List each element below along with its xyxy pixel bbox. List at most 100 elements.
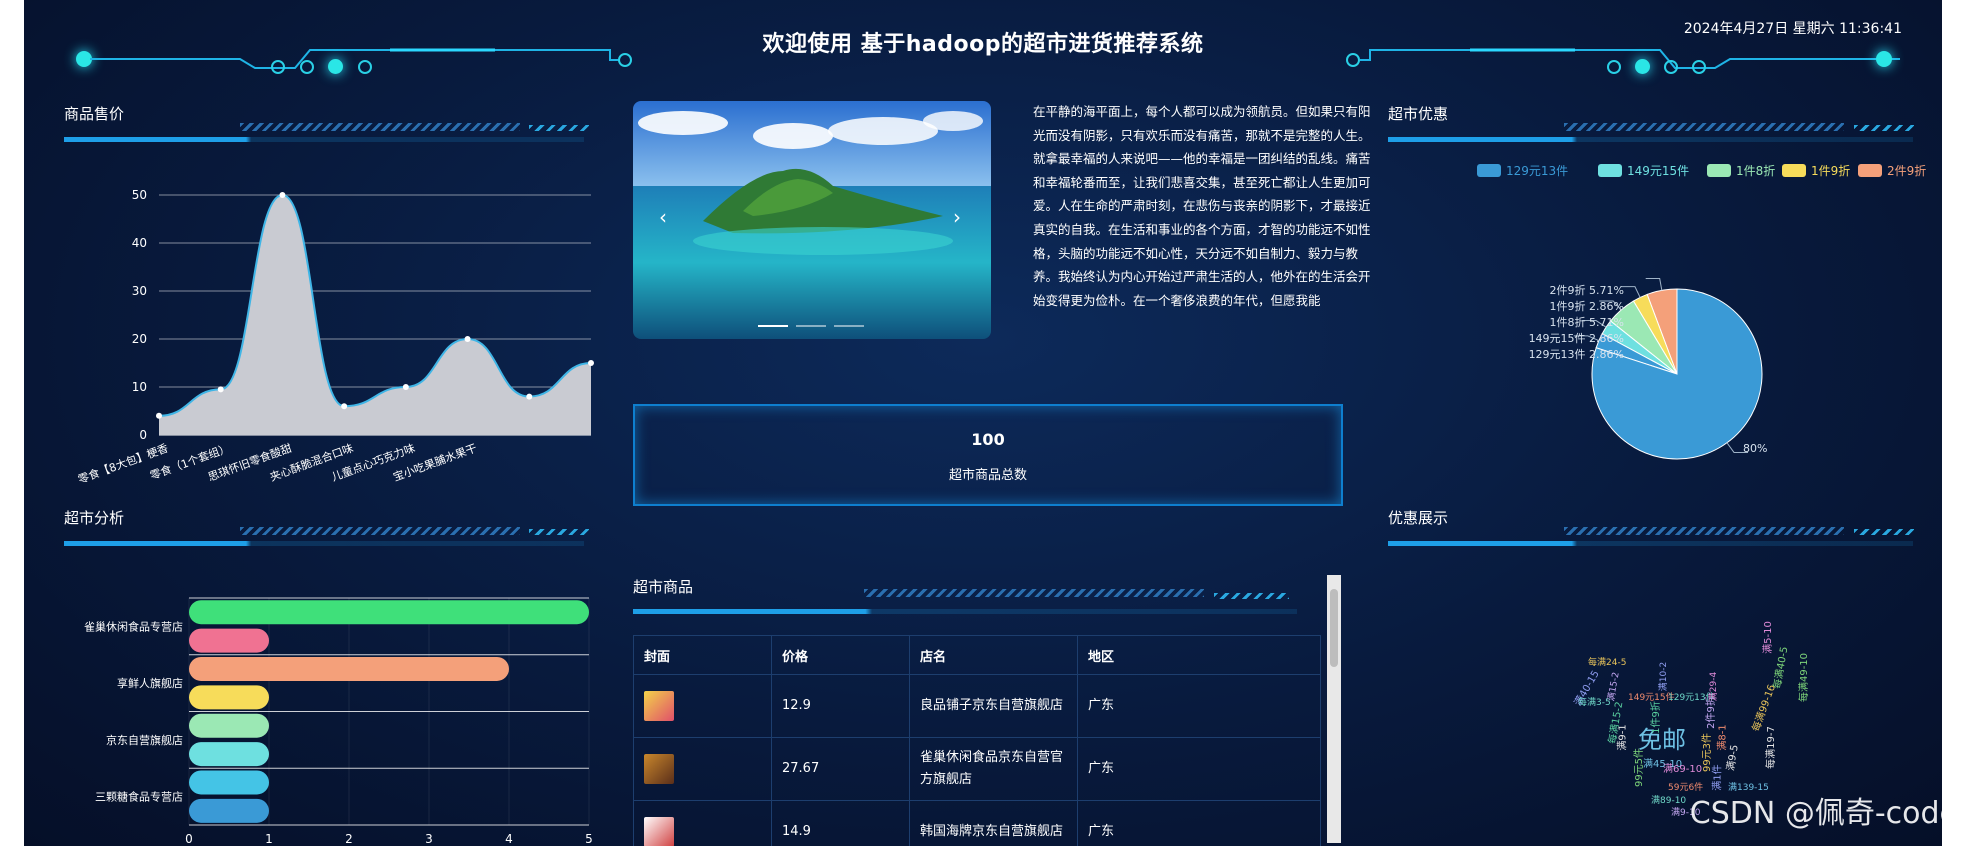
legend-label: 2件9折 — [1887, 164, 1927, 178]
intro-paragraph: 在平静的海平面上，每个人都可以成为领航员。但如果只有阳光而没有阴影，只有欢乐而没… — [1033, 104, 1371, 308]
wordcloud-word: 满9-5 — [1725, 743, 1741, 772]
analysis-bar[interactable] — [189, 656, 509, 681]
analysis-bar[interactable] — [189, 798, 269, 823]
row-region: 广东 — [1077, 674, 1321, 738]
legend-swatch — [1858, 164, 1882, 177]
y-tick-label: 享鲜人旗舰店 — [117, 676, 183, 690]
pie-legend-item[interactable]: 149元15件 — [1598, 162, 1689, 179]
row-cover — [633, 800, 772, 846]
pie-legend-item[interactable]: 1件8折 — [1707, 162, 1775, 179]
product-thumbnail — [644, 754, 674, 784]
panel-hatch-goods — [864, 589, 1204, 597]
wordcloud-word: 满69-10 — [1663, 764, 1703, 775]
csdn-watermark: CSDN @佩奇-code — [1689, 796, 1958, 831]
carousel-indicator-1[interactable] — [758, 325, 788, 327]
analysis-bar[interactable] — [189, 600, 589, 625]
panel-bar-discount — [1388, 137, 1913, 142]
analysis-bar[interactable] — [189, 685, 269, 710]
panel-title-analysis: 超市分析 — [64, 509, 125, 527]
price-point[interactable] — [217, 386, 224, 393]
panel-hatch-price — [240, 123, 520, 131]
carousel-indicator-3[interactable] — [834, 325, 864, 327]
panel-hatch2-price — [529, 125, 589, 131]
price-area — [159, 195, 591, 435]
header-left-ring-3 — [358, 60, 372, 74]
col-shop: 店名 — [909, 635, 1078, 675]
total-goods-value: 100 — [971, 430, 1005, 449]
x-tick-label: 2 — [345, 832, 353, 846]
panel-bar-discount-show — [1388, 541, 1913, 546]
pie-slice-label: 1件8折 5.71% — [1550, 315, 1624, 329]
table-scrollbar[interactable] — [1327, 575, 1341, 843]
wordcloud-word: 满10-2 — [1659, 661, 1670, 692]
x-tick-label: 3 — [425, 832, 433, 846]
price-point[interactable] — [526, 393, 533, 400]
y-tick-label: 40 — [132, 236, 147, 250]
table-row[interactable]: 14.9 韩国海牌京东自营旗舰店 广东 — [633, 800, 1321, 846]
carousel-indicator-2[interactable] — [796, 325, 826, 327]
legend-label: 1件8折 — [1736, 164, 1776, 178]
product-thumbnail — [644, 691, 674, 721]
pie-legend-item[interactable]: 1件9折 — [1782, 162, 1850, 179]
panel-hatch2-analysis — [529, 529, 589, 535]
analysis-bar[interactable] — [189, 770, 269, 795]
carousel[interactable]: ‹ › — [633, 101, 991, 339]
header-left-dot — [328, 59, 343, 74]
x-tick-label: 1 — [265, 832, 273, 846]
panel-hatch2-discount — [1854, 125, 1914, 131]
price-point[interactable] — [279, 192, 286, 198]
analysis-bar[interactable] — [189, 628, 269, 653]
table-row[interactable]: 12.9 良品铺子京东自营旗舰店 广东 — [633, 674, 1321, 738]
pie-legend-item[interactable]: 129元13件 — [1477, 162, 1568, 179]
analysis-bar[interactable] — [189, 713, 269, 738]
wordcloud-word: 满1件 — [1712, 764, 1724, 791]
row-cover — [633, 737, 772, 801]
price-point[interactable] — [156, 412, 162, 419]
pie-slice-label: 2件9折 5.71% — [1550, 283, 1624, 297]
legend-label: 149元15件 — [1627, 164, 1690, 178]
legend-label: 1件9折 — [1811, 164, 1851, 178]
legend-swatch — [1782, 164, 1806, 177]
y-tick-label: 三颗糖食品专营店 — [95, 790, 183, 804]
wordcloud-word: 满29-4 — [1709, 671, 1720, 702]
col-price: 价格 — [771, 635, 910, 675]
pie-label-line — [1645, 278, 1663, 291]
panel-hatch-discount-show — [1564, 527, 1844, 535]
panel-title-goods: 超市商品 — [633, 578, 694, 596]
goods-table: 封面 价格 店名 地区 12.9 良品铺子京东自营旗舰店 广东 27.67 雀巢… — [633, 635, 1321, 846]
table-row[interactable]: 27.67 雀巢休闲食品京东自营官方旗舰店 广东 — [633, 737, 1321, 801]
price-area-chart: 01020304050零食【8大包】梗香零食（1个套组）思琪怀旧零食酸甜夹心酥脆… — [76, 188, 594, 486]
pie-legend-item[interactable]: 2件9折 — [1858, 162, 1926, 179]
col-region: 地区 — [1077, 635, 1321, 675]
panel-hatch-analysis — [240, 527, 520, 535]
price-point[interactable] — [402, 384, 409, 390]
pie-slice-label: 80% — [1743, 442, 1767, 455]
product-thumbnail — [644, 817, 674, 846]
panel-hatch2-goods — [1214, 593, 1289, 599]
carousel-prev-button[interactable]: ‹ — [659, 205, 667, 229]
y-tick-label: 0 — [139, 428, 147, 442]
x-tick-label: 4 — [505, 832, 513, 846]
panel-title-discount: 超市优惠 — [1388, 105, 1449, 123]
panel-bar-price — [64, 137, 584, 142]
y-tick-label: 京东自营旗舰店 — [106, 733, 183, 747]
header-right-dot — [1635, 59, 1650, 74]
row-shop: 韩国海牌京东自营旗舰店 — [909, 800, 1078, 846]
header-right-ring-1 — [1607, 60, 1621, 74]
carousel-next-button[interactable]: › — [953, 205, 961, 229]
y-tick-label: 30 — [132, 284, 147, 298]
x-tick-label: 0 — [185, 832, 193, 846]
price-point[interactable] — [464, 336, 471, 342]
row-price: 14.9 — [771, 800, 910, 846]
price-line — [158, 193, 592, 417]
table-scrollbar-thumb[interactable] — [1330, 589, 1338, 667]
price-point[interactable] — [588, 360, 594, 366]
analysis-bar[interactable] — [189, 742, 269, 767]
wordcloud-word: 每满49-10 — [1799, 652, 1811, 703]
header-left-ring-1 — [271, 60, 285, 74]
price-point[interactable] — [341, 403, 348, 410]
panel-title-discount-show: 优惠展示 — [1388, 509, 1449, 527]
pie-slice-label: 129元13件 2.86% — [1529, 348, 1624, 361]
panel-bar-analysis — [64, 541, 584, 546]
y-tick-label: 雀巢休闲食品专营店 — [84, 619, 183, 633]
